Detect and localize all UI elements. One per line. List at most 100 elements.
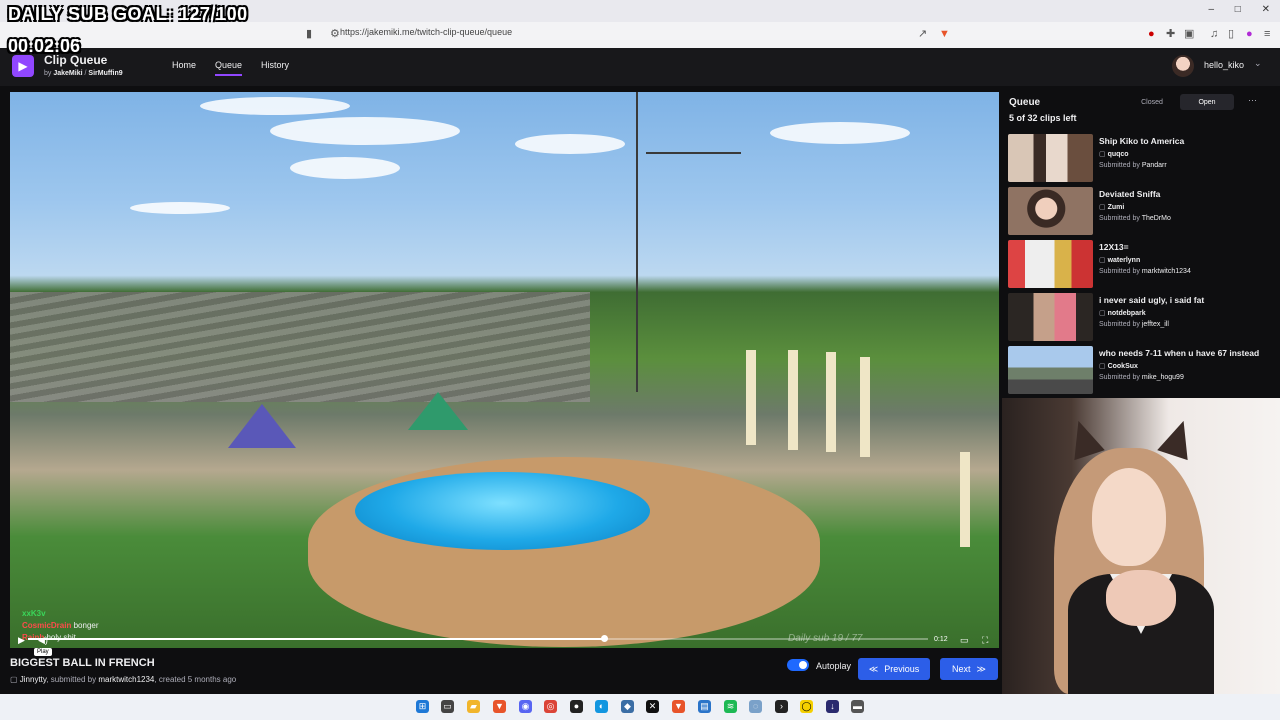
profile-icon[interactable]: ●	[1246, 28, 1253, 40]
queue-item-submitter: Submitted by mike_hogu99	[1099, 374, 1184, 381]
app-icon[interactable]: ▬	[851, 700, 864, 713]
clip-thumbnail	[1008, 187, 1093, 235]
queue-item-submitter: Submitted by TheDrMo	[1099, 215, 1171, 222]
edge-icon[interactable]: ◐	[595, 700, 608, 713]
obs-icon[interactable]: ●	[570, 700, 583, 713]
sub-goal-overlay: DAILY SUB GOAL: 127/100	[8, 4, 248, 24]
user-name[interactable]: hello_kiko	[1204, 60, 1244, 70]
queue-item-submitter: Submitted by marktwitch1234	[1099, 268, 1191, 275]
author-link[interactable]: SirMuffin9	[88, 70, 122, 77]
maximize-icon[interactable]: □	[1235, 4, 1241, 15]
chat-line: CosmicDrain bonger	[22, 621, 99, 630]
channel-icon: ▢	[1099, 151, 1108, 158]
channel-icon: ▢	[1099, 257, 1108, 264]
cloud	[515, 134, 625, 154]
sidebar-icon[interactable]: ▯	[1228, 28, 1234, 40]
file-explorer-icon[interactable]: ▰	[467, 700, 480, 713]
shield-icon[interactable]: ▼	[939, 28, 950, 40]
chevron-down-icon[interactable]: ⌄	[1254, 58, 1262, 69]
autoplay-label: Autoplay	[816, 661, 852, 671]
extension-icon[interactable]: ●	[1148, 28, 1155, 40]
submitter-link[interactable]: marktwitch1234	[98, 675, 154, 684]
brave-icon[interactable]: ▼	[672, 700, 685, 713]
queue-item[interactable]: Deviated Sniffa ▢ Zumi Submitted by TheD…	[1008, 187, 1268, 237]
next-button[interactable]: Next ≫	[940, 658, 998, 680]
site-info-icon[interactable]: ⚙	[330, 28, 340, 40]
play-tooltip: Play	[34, 648, 52, 656]
taskbar: ⊞ ▭ ▰ ▼ ◉ ◎ ● ◐ ◆ ✕ ▼ ▤ ≋ ◌ › ◯ ↓ ▬	[0, 694, 1280, 720]
app-icon[interactable]: ◆	[621, 700, 634, 713]
app-icon[interactable]: ◌	[749, 700, 762, 713]
queue-item[interactable]: i never said ugly, i said fat ▢ notdebpa…	[1008, 293, 1268, 343]
play-icon[interactable]: ▶	[18, 635, 25, 646]
minimize-icon[interactable]: –	[1208, 4, 1214, 15]
channel-link[interactable]: Jinnytty	[20, 675, 47, 684]
channel-icon: ▢	[1099, 363, 1108, 370]
app-icon[interactable]: ▤	[698, 700, 711, 713]
app-icon[interactable]: ↓	[826, 700, 839, 713]
queue-item-title: who needs 7-11 when u have 67 instead	[1099, 348, 1260, 358]
author-link[interactable]: JakeMiki	[53, 70, 82, 77]
bookmark-icon[interactable]: ▮	[306, 28, 312, 40]
more-options-icon[interactable]: ⋯	[1248, 95, 1257, 106]
share-icon[interactable]: ↗	[918, 28, 927, 40]
pillar	[788, 350, 798, 450]
queue-item[interactable]: who needs 7-11 when u have 67 instead ▢ …	[1008, 346, 1268, 396]
terminal-icon[interactable]: ›	[775, 700, 788, 713]
avatar[interactable]	[1172, 55, 1194, 77]
app-credits: by JakeMiki / SirMuffin9	[44, 70, 123, 77]
channel-icon: ▢	[10, 675, 20, 684]
queue-panel: Queue 5 of 32 clips left Closed Open ⋯ S…	[1002, 90, 1270, 396]
queue-item[interactable]: Ship Kiko to America ▢ quqco Submitted b…	[1008, 134, 1268, 184]
video-player[interactable]: xxK3v CosmicDrain bonger Rainb holy shit	[10, 92, 999, 648]
previous-icon: ≪	[868, 663, 879, 674]
fullscreen-icon[interactable]: ⛶	[982, 635, 988, 646]
queue-item-channel: ▢ waterlynn	[1099, 257, 1141, 264]
queue-closed-button[interactable]: Closed	[1125, 94, 1179, 110]
menu-icon[interactable]: ≡	[1264, 28, 1270, 40]
close-icon[interactable]: ✕	[1262, 4, 1270, 15]
autoplay-toggle[interactable]	[787, 659, 809, 671]
chat-line: xxK3v	[22, 609, 46, 618]
queue-item[interactable]: 12X13= ▢ waterlynn Submitted by marktwit…	[1008, 240, 1268, 290]
queue-item-submitter: Submitted by Pandarr	[1099, 162, 1167, 169]
start-icon[interactable]: ⊞	[416, 700, 429, 713]
queue-item-channel: ▢ CookSux	[1099, 363, 1138, 370]
seek-progress	[28, 638, 604, 640]
screenshot-icon[interactable]: ▣	[1184, 28, 1194, 40]
cat-ear	[1157, 415, 1199, 461]
tent	[228, 404, 296, 448]
brave-icon[interactable]: ▼	[493, 700, 506, 713]
theater-mode-icon[interactable]: ▭	[960, 635, 969, 646]
spotify-icon[interactable]: ≋	[724, 700, 737, 713]
url-field[interactable]: https://jakemiki.me/twitch-clip-queue/qu…	[340, 27, 512, 37]
app-icon[interactable]: ✕	[646, 700, 659, 713]
queue-item-title: i never said ugly, i said fat	[1099, 295, 1205, 305]
queue-item-channel: ▢ notdebpark	[1099, 310, 1146, 317]
nav-home[interactable]: Home	[172, 60, 196, 70]
pillar	[960, 452, 970, 547]
cloud	[770, 122, 910, 144]
tent	[408, 392, 468, 430]
queue-title: Queue	[1009, 97, 1041, 108]
webcam-feed	[1002, 398, 1280, 694]
chrome-icon[interactable]: ◎	[544, 700, 557, 713]
streamer-hands	[1106, 570, 1176, 626]
task-view-icon[interactable]: ▭	[441, 700, 454, 713]
app-icon[interactable]: ◯	[800, 700, 813, 713]
nav-queue[interactable]: Queue	[215, 60, 243, 76]
cloud	[270, 117, 460, 145]
previous-button[interactable]: ≪ Previous	[858, 658, 930, 680]
pillar	[746, 350, 756, 445]
puzzle-icon[interactable]: ✚	[1166, 28, 1175, 40]
queue-item-channel: ▢ Zumi	[1099, 204, 1125, 211]
streamer-face	[1092, 468, 1166, 566]
nav-history[interactable]: History	[261, 60, 289, 70]
pillar	[860, 357, 870, 457]
seek-handle[interactable]	[601, 635, 608, 642]
discord-icon[interactable]: ◉	[519, 700, 532, 713]
music-icon[interactable]: ♫	[1210, 28, 1218, 40]
queue-open-button[interactable]: Open	[1180, 94, 1234, 110]
volume-icon[interactable]: ◀)	[38, 635, 48, 646]
window-controls: – □ ✕	[1190, 4, 1270, 15]
